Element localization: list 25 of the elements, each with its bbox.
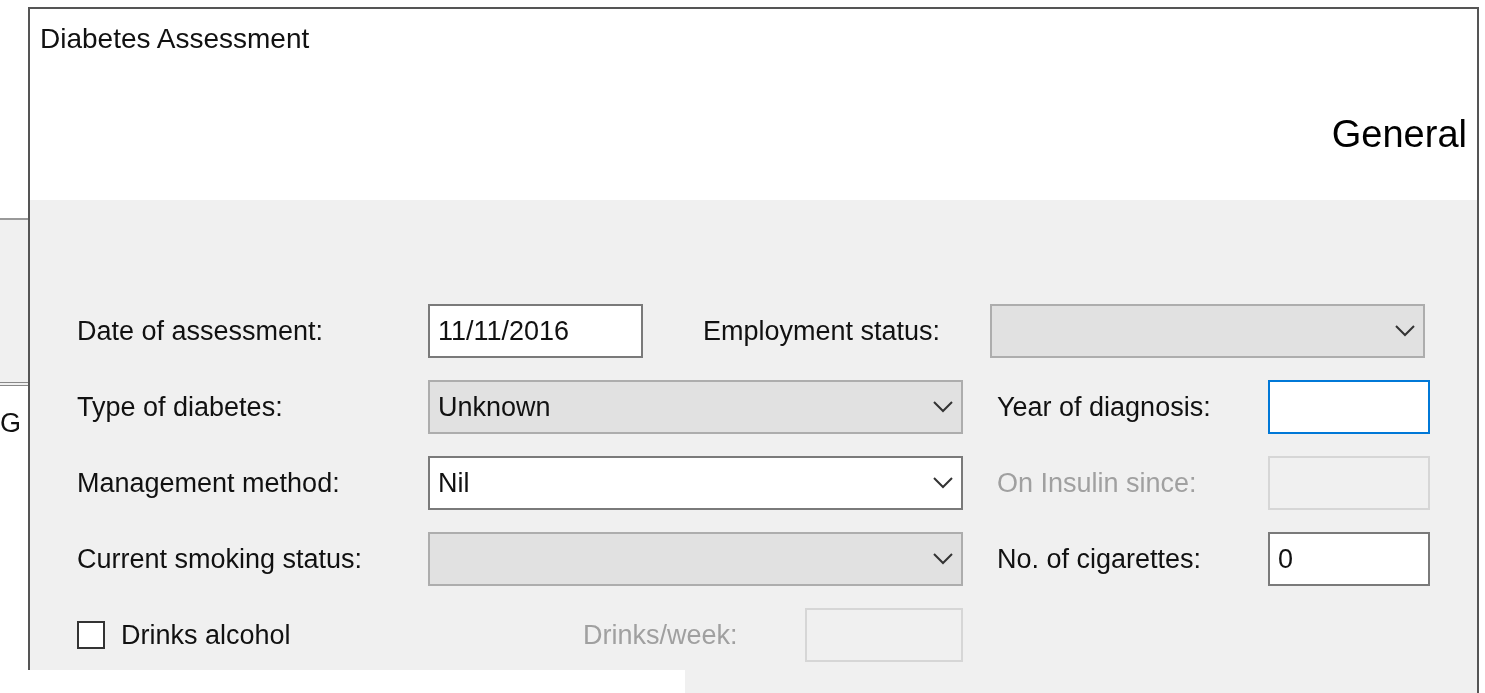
field-label: Type of diabetes: [77, 391, 284, 423]
field-label: Year of diagnosis: [997, 391, 1212, 423]
field-label: Current smoking status: [77, 543, 364, 575]
window-title: Diabetes Assessment [40, 23, 310, 55]
field-label: Drinks/week: [583, 619, 739, 651]
field-label: Management method: [77, 467, 341, 499]
chevron-down-icon [933, 401, 953, 413]
text-field[interactable]: 0 [1268, 532, 1430, 586]
field-label: No. of cigarettes: [997, 543, 1203, 575]
field-label: Date of assessment: [77, 315, 325, 347]
section-heading: General [1331, 113, 1467, 156]
background-window-text: G [0, 408, 21, 439]
text-field[interactable]: 11/11/2016 [428, 304, 643, 358]
field-label: Employment status: [703, 315, 942, 347]
chevron-down-icon [933, 553, 953, 565]
dropdown[interactable] [428, 532, 963, 586]
checkbox[interactable] [77, 621, 105, 649]
checkbox-label: Drinks alcohol [121, 619, 291, 651]
dropdown[interactable] [990, 304, 1425, 358]
dropdown[interactable]: Unknown [428, 380, 963, 434]
text-field[interactable] [1268, 380, 1430, 434]
chevron-down-icon [1395, 325, 1415, 337]
chevron-down-icon [933, 477, 953, 489]
field-label: On Insulin since: [997, 467, 1198, 499]
dropdown[interactable]: Nil [428, 456, 963, 510]
